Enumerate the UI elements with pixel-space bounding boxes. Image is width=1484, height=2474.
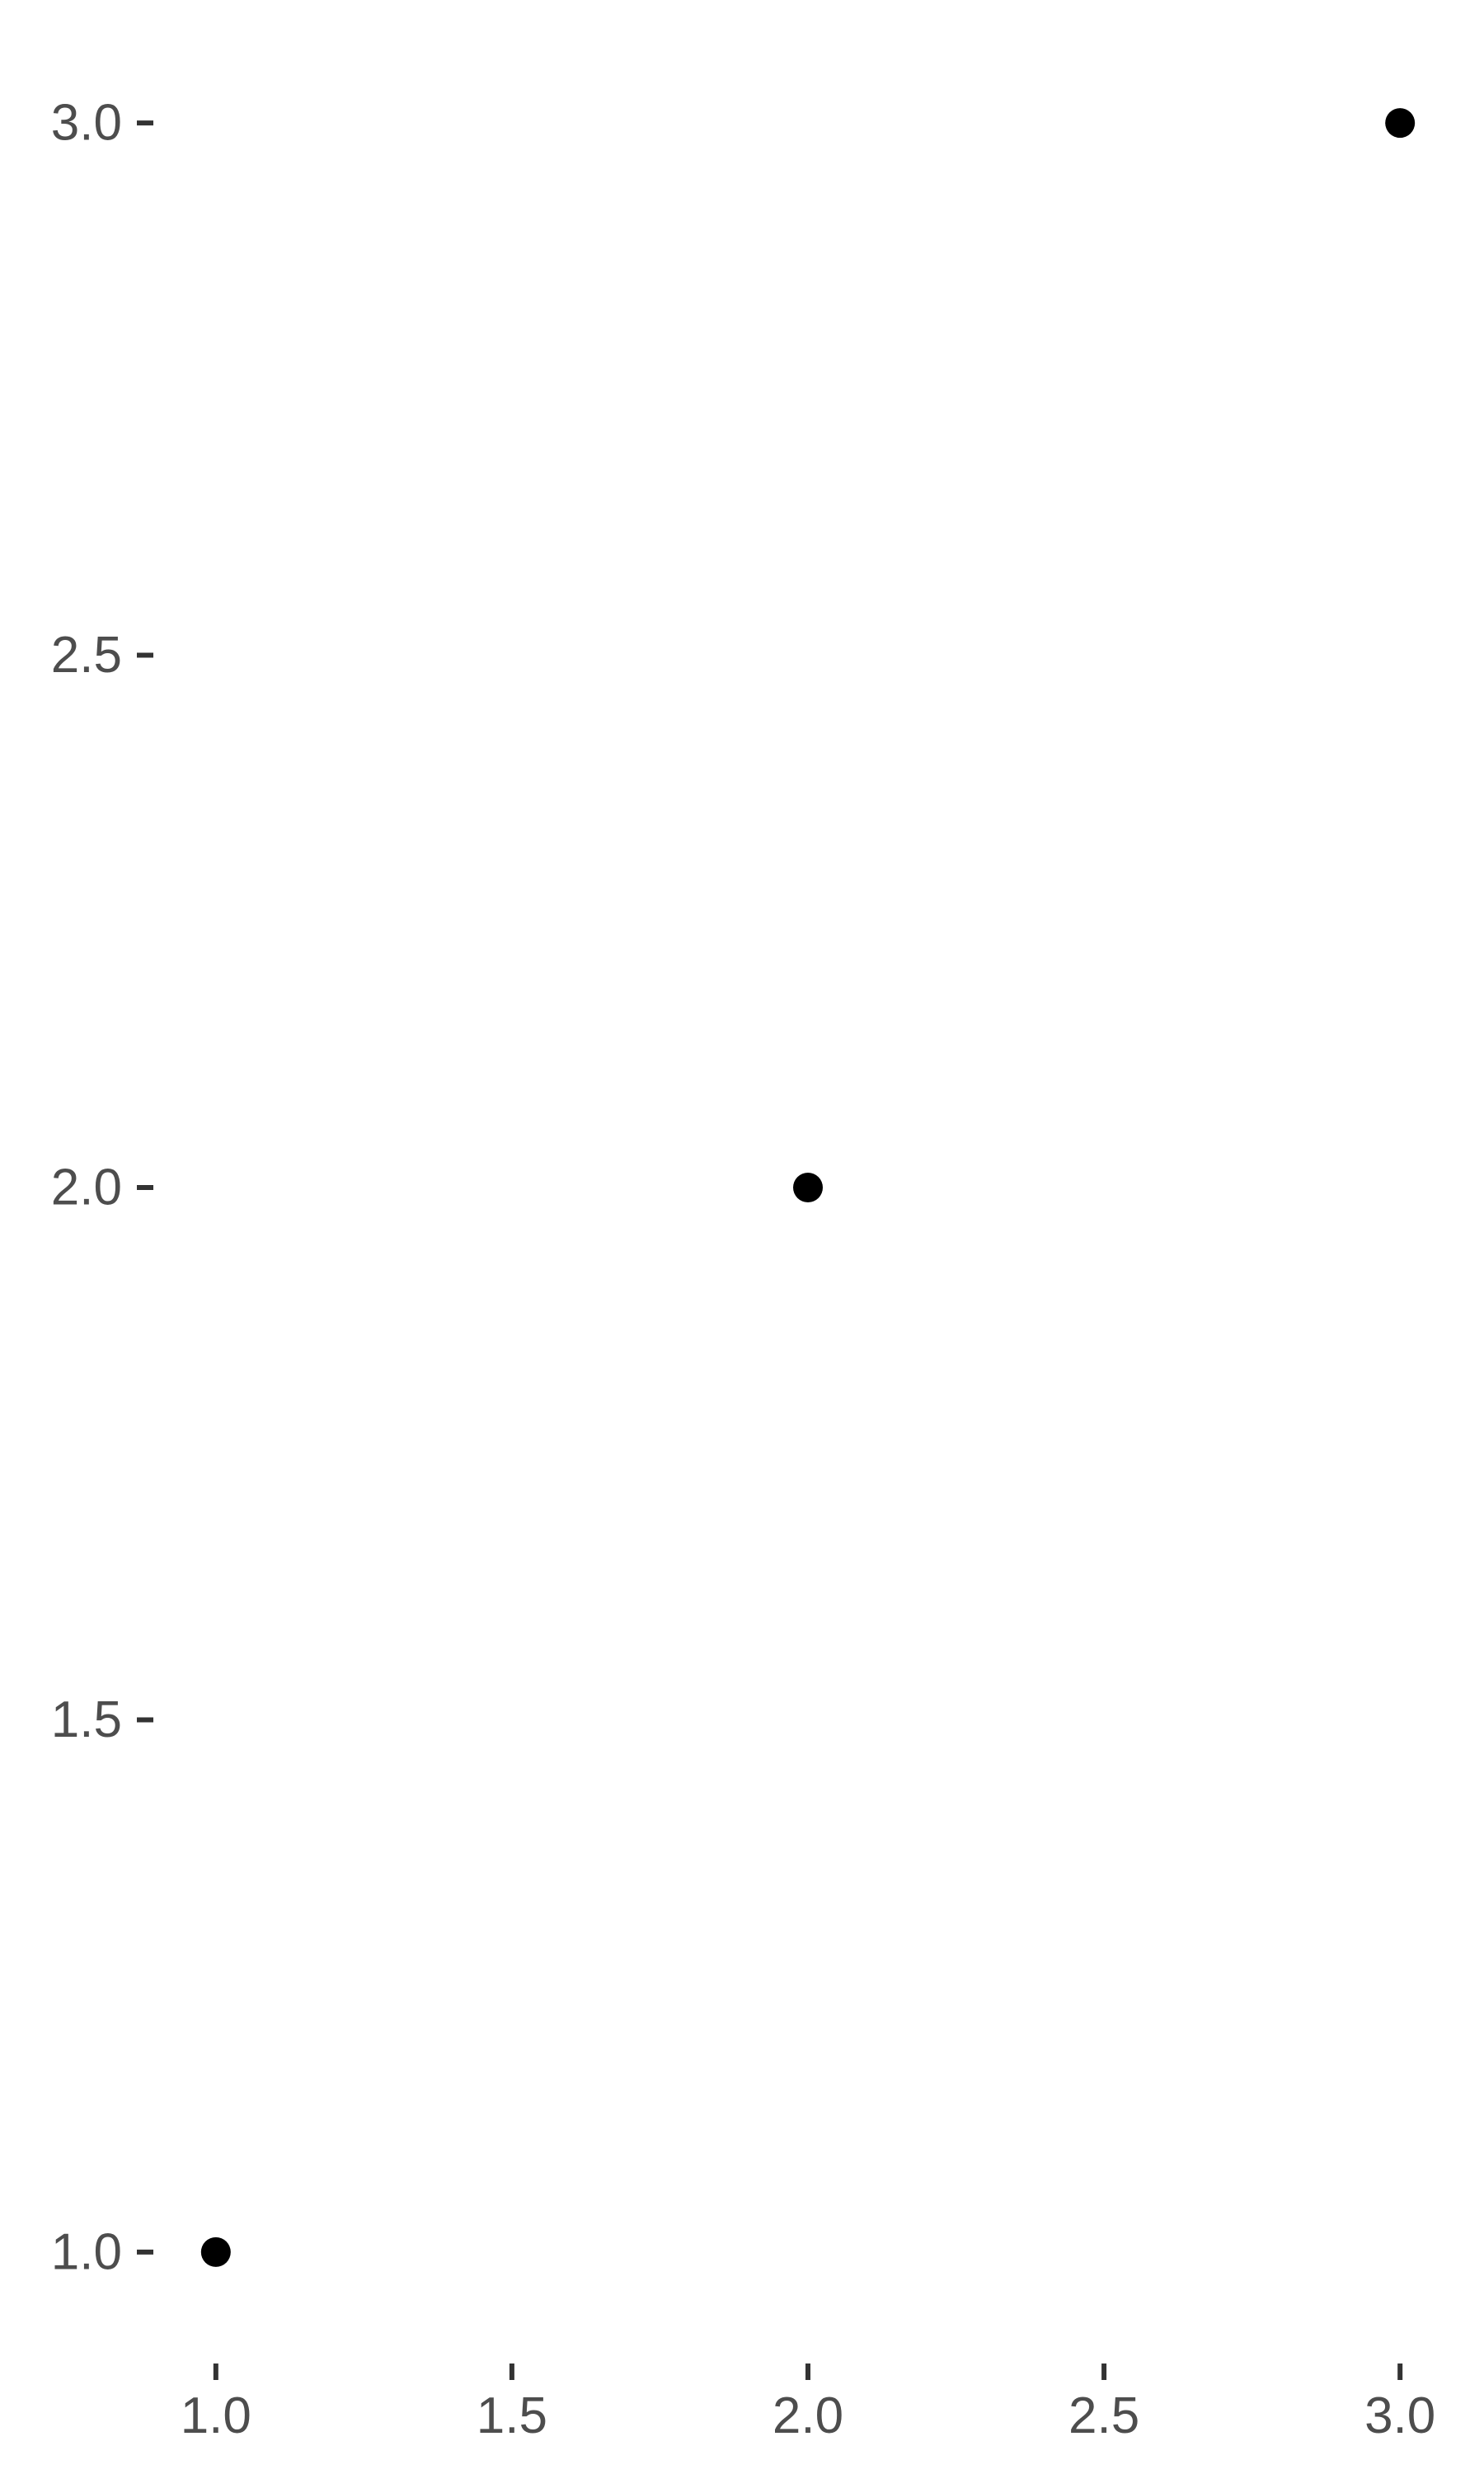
data-point (200, 2236, 231, 2267)
x-tick-label: 2.0 (773, 2387, 843, 2444)
x-tick-label: 1.5 (477, 2387, 547, 2444)
y-tick-label: 2.5 (51, 627, 122, 684)
data-point (1385, 108, 1416, 139)
y-tick-label: 1.5 (51, 1691, 122, 1748)
y-tick-label: 1.0 (51, 2223, 122, 2280)
data-points (200, 108, 1416, 2267)
y-tick-label: 2.0 (51, 1159, 122, 1216)
x-tick-label: 3.0 (1364, 2387, 1435, 2444)
y-axis: 1.0 1.5 2.0 2.5 3.0 (51, 95, 153, 2280)
chart: 1.0 1.5 2.0 2.5 3.0 1.0 1.5 2.0 2.5 3.0 (0, 0, 1484, 2474)
data-point (793, 1173, 823, 1202)
y-tick-label: 3.0 (51, 95, 122, 152)
x-axis: 1.0 1.5 2.0 2.5 3.0 (181, 2363, 1435, 2444)
x-tick-label: 2.5 (1068, 2387, 1139, 2444)
x-tick-label: 1.0 (181, 2387, 251, 2444)
scatter-plot: 1.0 1.5 2.0 2.5 3.0 1.0 1.5 2.0 2.5 3.0 (51, 95, 1435, 2444)
